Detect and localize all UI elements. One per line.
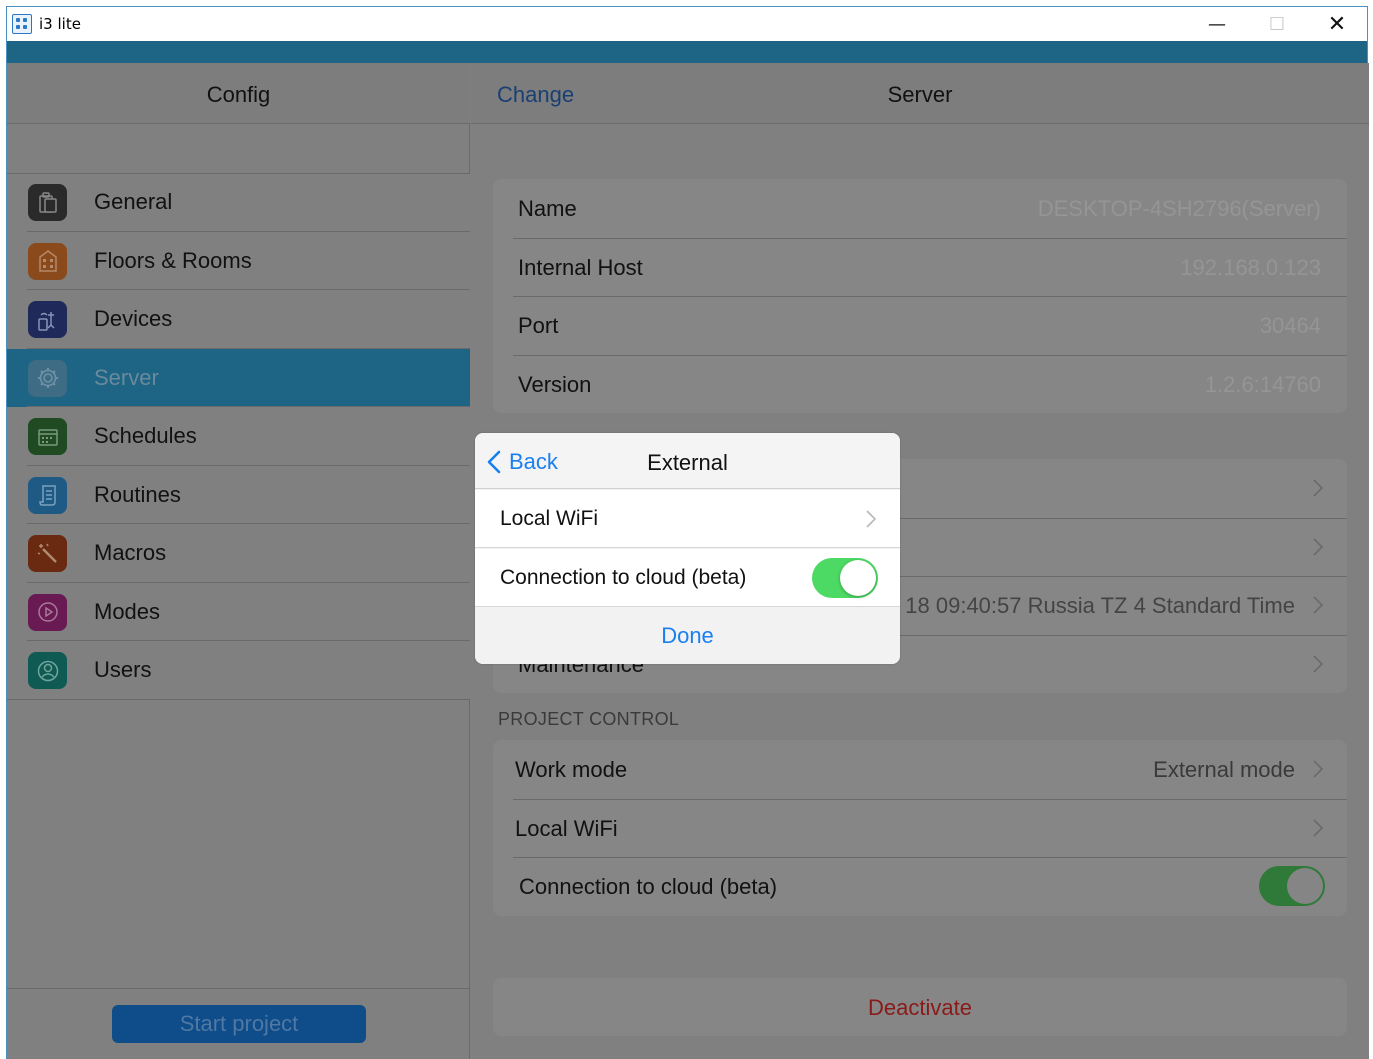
external-popover: External Back Local WiFi Connection to c…: [475, 433, 900, 664]
gear-icon: [28, 359, 67, 397]
sidebar-menu: General Floors & Rooms Devices Server Sc…: [7, 173, 470, 700]
info-row-version: Version 1.2.6:14760: [493, 354, 1347, 414]
title-bar: i3 lite — ☐ ✕: [7, 7, 1367, 41]
chevron-right-icon: [1311, 653, 1325, 675]
row-label: Local WiFi: [500, 507, 599, 530]
start-project-button[interactable]: Start project: [112, 1005, 366, 1043]
back-button[interactable]: Back: [485, 449, 558, 475]
sidebar-item-macros[interactable]: Macros: [7, 524, 470, 583]
sidebar-item-label: Modes: [94, 598, 161, 624]
maximize-button[interactable]: ☐: [1247, 7, 1307, 41]
content-header: Server Change: [471, 63, 1369, 124]
chevron-right-icon: [1311, 594, 1325, 616]
project-control-group: Work mode External mode Local WiFi Conne…: [493, 740, 1347, 916]
sidebar-item-modes[interactable]: Modes: [7, 582, 470, 641]
info-row-port: Port 30464: [493, 296, 1347, 355]
accent-bar: [7, 41, 1367, 63]
sidebar-item-label: Users: [94, 657, 152, 682]
row-label: Connection to cloud (beta): [500, 566, 747, 589]
sidebar-item-label: Routines: [94, 481, 181, 507]
chevron-right-icon: [1311, 817, 1325, 839]
sidebar-item-server[interactable]: Server: [7, 348, 470, 407]
row-label: Version: [518, 371, 592, 397]
sidebar-item-general[interactable]: General: [7, 173, 470, 232]
row-local-wifi[interactable]: Local WiFi: [493, 798, 1347, 858]
devices-icon: [28, 301, 67, 338]
sidebar-item-label: Schedules: [94, 423, 197, 448]
row-value: 192.168.0.123: [1180, 254, 1321, 280]
magic-wand-icon: [28, 535, 67, 572]
row-label: Local WiFi: [515, 815, 618, 841]
done-button[interactable]: Done: [475, 608, 900, 664]
minimize-button[interactable]: —: [1187, 7, 1247, 41]
sidebar-item-users[interactable]: Users: [7, 641, 470, 700]
section-label-project-control: PROJECT CONTROL: [498, 709, 680, 729]
close-button[interactable]: ✕: [1307, 7, 1367, 41]
back-label: Back: [509, 449, 558, 474]
sidebar: Config General Floors & Rooms Devices Se…: [7, 63, 470, 1059]
change-button[interactable]: Change: [497, 82, 574, 108]
clipboard-icon: [28, 184, 67, 221]
window-title: i3 lite: [39, 15, 81, 33]
sidebar-item-label: Macros: [94, 540, 167, 565]
play-icon: [28, 593, 67, 631]
cloud-connection-toggle[interactable]: [1259, 866, 1325, 906]
row-cloud-connection: Connection to cloud (beta): [493, 857, 1347, 916]
row-value: 30464: [1259, 313, 1321, 338]
calendar-icon: [28, 418, 67, 455]
popover-row-local-wifi[interactable]: Local WiFi: [475, 490, 900, 548]
popover-header: External Back: [475, 433, 900, 489]
sidebar-title: Config: [206, 82, 271, 107]
toggle-knob: [1287, 868, 1323, 904]
app-logo-icon: [12, 14, 32, 34]
deactivate-button[interactable]: Deactivate: [493, 978, 1347, 1036]
popover-row-cloud-connection: Connection to cloud (beta): [475, 549, 900, 607]
toggle-knob: [840, 560, 876, 596]
chevron-right-icon: [1311, 758, 1325, 780]
row-value: DESKTOP-4SH2796(Server): [1037, 196, 1321, 221]
sidebar-item-floors-rooms[interactable]: Floors & Rooms: [7, 231, 470, 290]
deactivate-label: Deactivate: [868, 995, 972, 1020]
chevron-right-icon: [1311, 536, 1325, 558]
row-value: 18 09:40:57 Russia TZ 4 Standard Time: [905, 593, 1295, 618]
row-work-mode[interactable]: Work mode External mode: [493, 740, 1347, 799]
chevron-left-icon: [487, 450, 501, 474]
popover-cloud-toggle[interactable]: [812, 558, 878, 598]
sidebar-item-label: Server: [94, 364, 159, 390]
building-icon: [28, 242, 67, 280]
row-label: Internal Host: [518, 254, 643, 280]
info-row-name: Name DESKTOP-4SH2796(Server): [493, 179, 1347, 238]
sidebar-item-label: General: [94, 189, 173, 214]
row-value: 1.2.6:14760: [1204, 371, 1321, 397]
sidebar-item-devices[interactable]: Devices: [7, 290, 470, 349]
sidebar-header: Config: [7, 63, 470, 124]
sidebar-item-schedules[interactable]: Schedules: [7, 407, 470, 466]
row-label: Work mode: [515, 757, 628, 782]
server-info-group: Name DESKTOP-4SH2796(Server) Internal Ho…: [493, 179, 1347, 413]
page-title: Server: [887, 82, 953, 107]
row-value: External mode: [1153, 757, 1295, 782]
chevron-right-icon: [864, 508, 878, 535]
row-label: Name: [518, 196, 577, 221]
scroll-icon: [28, 476, 67, 514]
chevron-right-icon: [1311, 477, 1325, 499]
sidebar-item-label: Floors & Rooms: [94, 247, 252, 273]
row-label: Connection to cloud (beta): [519, 874, 778, 899]
row-label: Port: [518, 313, 559, 338]
sidebar-item-label: Devices: [94, 306, 173, 331]
sidebar-item-routines[interactable]: Routines: [7, 465, 470, 524]
users-icon: [28, 652, 67, 689]
sidebar-footer: Start project: [7, 988, 470, 1059]
info-row-internal-host: Internal Host 192.168.0.123: [493, 237, 1347, 297]
